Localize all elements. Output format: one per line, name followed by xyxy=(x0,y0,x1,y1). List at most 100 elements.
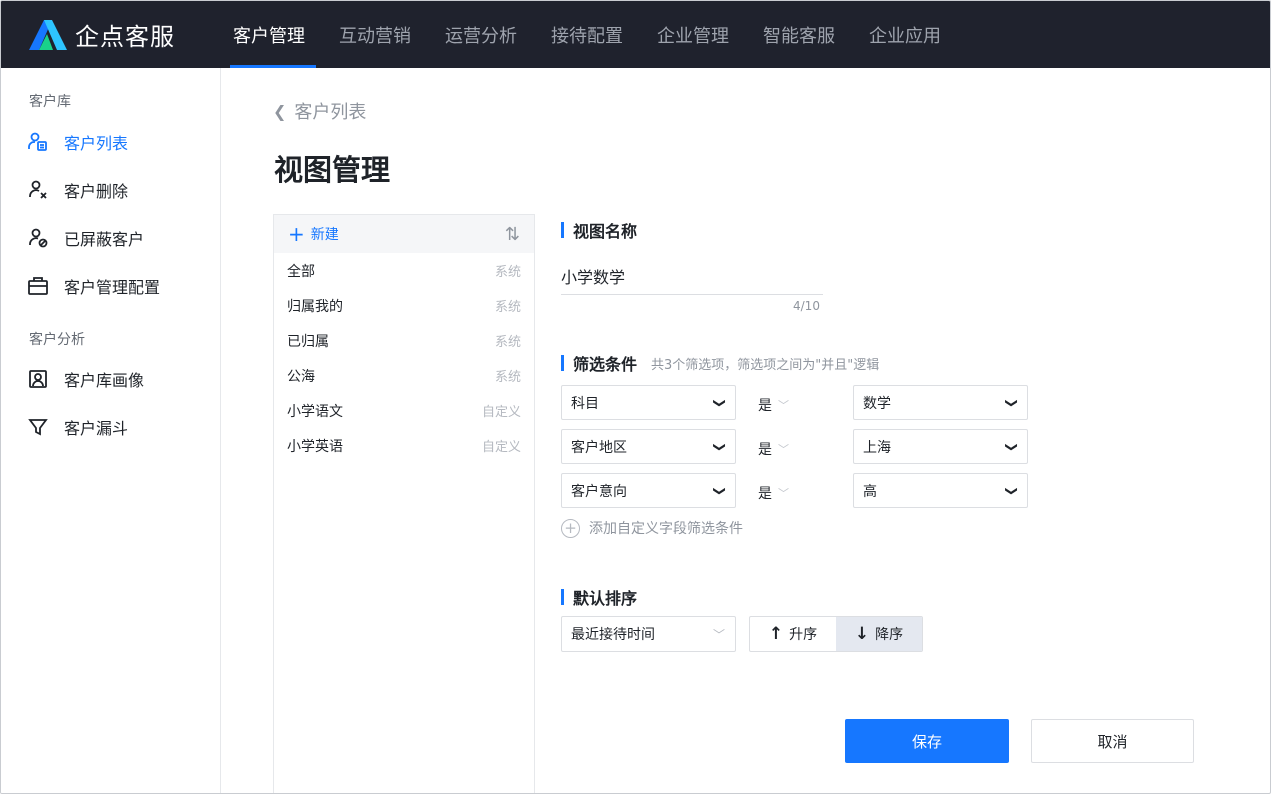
section-title: 视图名称 xyxy=(573,222,638,241)
sort-order-icon[interactable]: ⇅ xyxy=(505,224,520,245)
brand-name: 企点客服 xyxy=(75,23,175,51)
nav-enterprise-management[interactable]: 企业管理 xyxy=(646,1,740,68)
nav-customer-management[interactable]: 客户管理 xyxy=(222,1,316,68)
brand-logo[interactable]: 企点客服 xyxy=(27,17,175,52)
chevron-down-icon: ❯ xyxy=(712,397,727,408)
top-navigation: 企点客服 客户管理 互动营销 运营分析 接待配置 企业管理 智能客服 企业应用 xyxy=(1,1,1270,68)
view-item-tag: 系统 xyxy=(494,370,521,385)
sidebar-item-label: 客户库画像 xyxy=(64,371,145,390)
ascending-label: 升序 xyxy=(789,627,818,643)
view-item-tag: 自定义 xyxy=(481,440,521,455)
nav-interactive-marketing[interactable]: 互动营销 xyxy=(328,1,422,68)
sidebar-item-customer-delete[interactable]: 客户删除 xyxy=(27,178,128,202)
funnel-icon xyxy=(27,416,49,438)
nav-operation-analysis[interactable]: 运营分析 xyxy=(434,1,528,68)
operator-value: 是 xyxy=(758,486,772,502)
select-value: 客户意向 xyxy=(571,483,627,500)
section-marker xyxy=(561,222,564,238)
filter-hint: 共3个筛选项，筛选项之间为"并且"逻辑 xyxy=(651,357,880,373)
filter-field-select[interactable]: 科目 ❯ xyxy=(561,385,736,420)
sidebar-item-customer-portrait[interactable]: 客户库画像 xyxy=(27,367,144,391)
filter-field-select[interactable]: 客户地区 ❯ xyxy=(561,429,736,464)
arrow-down-icon: ↓ xyxy=(854,624,870,644)
nav-smart-service[interactable]: 智能客服 xyxy=(752,1,846,68)
chevron-down-icon: ❯ xyxy=(1004,441,1019,452)
ascending-button[interactable]: ↑ 升序 xyxy=(750,617,836,651)
breadcrumb-back[interactable]: ❮ 客户列表 xyxy=(273,98,366,124)
add-filter-label: 添加自定义字段筛选条件 xyxy=(589,521,743,537)
sidebar-group-customer-analysis: 客户分析 xyxy=(29,332,85,348)
nav-enterprise-apps[interactable]: 企业应用 xyxy=(858,1,952,68)
chevron-down-icon: ﹀ xyxy=(778,399,789,412)
view-item-tag: 系统 xyxy=(494,300,521,315)
filter-value-select[interactable]: 数学 ❯ xyxy=(853,385,1028,420)
plus-icon: + xyxy=(288,222,305,246)
chevron-down-icon: ﹀ xyxy=(712,627,725,642)
view-item[interactable]: 公海 系统 xyxy=(274,358,534,393)
save-button[interactable]: 保存 xyxy=(845,719,1009,763)
nav-reception-config[interactable]: 接待配置 xyxy=(540,1,634,68)
view-item-name: 小学英语 xyxy=(287,438,343,455)
main-nav: 客户管理 互动营销 运营分析 接待配置 企业管理 智能客服 企业应用 xyxy=(222,1,964,68)
arrow-up-icon: ↑ xyxy=(768,624,784,644)
briefcase-icon xyxy=(27,275,49,297)
sidebar: 客户库 客户列表 客户删除 已屏蔽客户 客户管理配置 客户分析 客户库画像 客户… xyxy=(1,68,221,793)
filter-field-select[interactable]: 客户意向 ❯ xyxy=(561,473,736,508)
section-marker xyxy=(561,355,564,371)
view-item-name: 归属我的 xyxy=(287,298,343,315)
section-title: 默认排序 xyxy=(573,589,638,608)
add-custom-filter-button[interactable]: + 添加自定义字段筛选条件 xyxy=(561,518,743,538)
descending-label: 降序 xyxy=(875,627,904,643)
view-item[interactable]: 小学英语 自定义 xyxy=(274,428,534,463)
char-count: 4/10 xyxy=(793,299,820,313)
filter-operator-select[interactable]: 是 ﹀ xyxy=(758,439,789,459)
logo-icon xyxy=(29,19,67,50)
view-item-tag: 自定义 xyxy=(481,405,521,420)
cancel-button[interactable]: 取消 xyxy=(1031,719,1194,763)
new-view-button[interactable]: + 新建 xyxy=(288,224,339,244)
app-window: 企点客服 客户管理 互动营销 运营分析 接待配置 企业管理 智能客服 企业应用 … xyxy=(0,0,1271,794)
sidebar-item-customer-config[interactable]: 客户管理配置 xyxy=(27,274,160,298)
sort-field-select[interactable]: 最近接待时间 ﹀ xyxy=(561,616,736,652)
user-block-icon xyxy=(27,227,49,249)
view-item-name: 全部 xyxy=(287,263,315,280)
sidebar-item-blocked-customers[interactable]: 已屏蔽客户 xyxy=(27,226,144,250)
sidebar-group-customer-library: 客户库 xyxy=(29,94,71,110)
chevron-down-icon: ❯ xyxy=(1004,397,1019,408)
select-value: 客户地区 xyxy=(571,439,627,456)
view-name-input[interactable] xyxy=(561,257,823,295)
descending-button[interactable]: ↓ 降序 xyxy=(836,617,922,651)
select-value: 数学 xyxy=(863,395,891,412)
sidebar-item-label: 客户管理配置 xyxy=(64,278,161,297)
select-value: 高 xyxy=(863,483,877,500)
filter-operator-select[interactable]: 是 ﹀ xyxy=(758,395,789,415)
breadcrumb-label: 客户列表 xyxy=(294,102,367,123)
portrait-icon xyxy=(27,368,49,390)
view-item-name: 小学语文 xyxy=(287,403,343,420)
sort-order-toggle: ↑ 升序 ↓ 降序 xyxy=(749,616,923,652)
view-item-name: 已归属 xyxy=(287,333,329,350)
view-item[interactable]: 归属我的 系统 xyxy=(274,288,534,323)
select-value: 最近接待时间 xyxy=(571,627,655,643)
select-value: 科目 xyxy=(571,395,599,412)
sidebar-item-customer-list[interactable]: 客户列表 xyxy=(27,130,128,154)
chevron-down-icon: ﹀ xyxy=(778,487,789,500)
sidebar-item-label: 客户删除 xyxy=(64,182,129,201)
filter-value-select[interactable]: 高 ❯ xyxy=(853,473,1028,508)
view-item[interactable]: 小学语文 自定义 xyxy=(274,393,534,428)
view-item[interactable]: 已归属 系统 xyxy=(274,323,534,358)
view-item-tag: 系统 xyxy=(494,265,521,280)
operator-value: 是 xyxy=(758,442,772,458)
view-list-panel: + 新建 ⇅ 全部 系统 归属我的 系统 已归属 系统 公海 系统 小学语文 自… xyxy=(273,214,535,793)
filter-value-select[interactable]: 上海 ❯ xyxy=(853,429,1028,464)
page-title: 视图管理 xyxy=(274,153,391,187)
sidebar-item-label: 客户漏斗 xyxy=(64,419,129,438)
section-filter: 筛选条件 共3个筛选项，筛选项之间为"并且"逻辑 xyxy=(561,351,879,375)
filter-operator-select[interactable]: 是 ﹀ xyxy=(758,483,789,503)
section-title: 筛选条件 xyxy=(573,355,638,374)
section-marker xyxy=(561,589,564,605)
view-item[interactable]: 全部 系统 xyxy=(274,253,534,288)
section-view-name: 视图名称 xyxy=(561,218,637,242)
sidebar-item-customer-funnel[interactable]: 客户漏斗 xyxy=(27,415,128,439)
chevron-down-icon: ❯ xyxy=(712,485,727,496)
